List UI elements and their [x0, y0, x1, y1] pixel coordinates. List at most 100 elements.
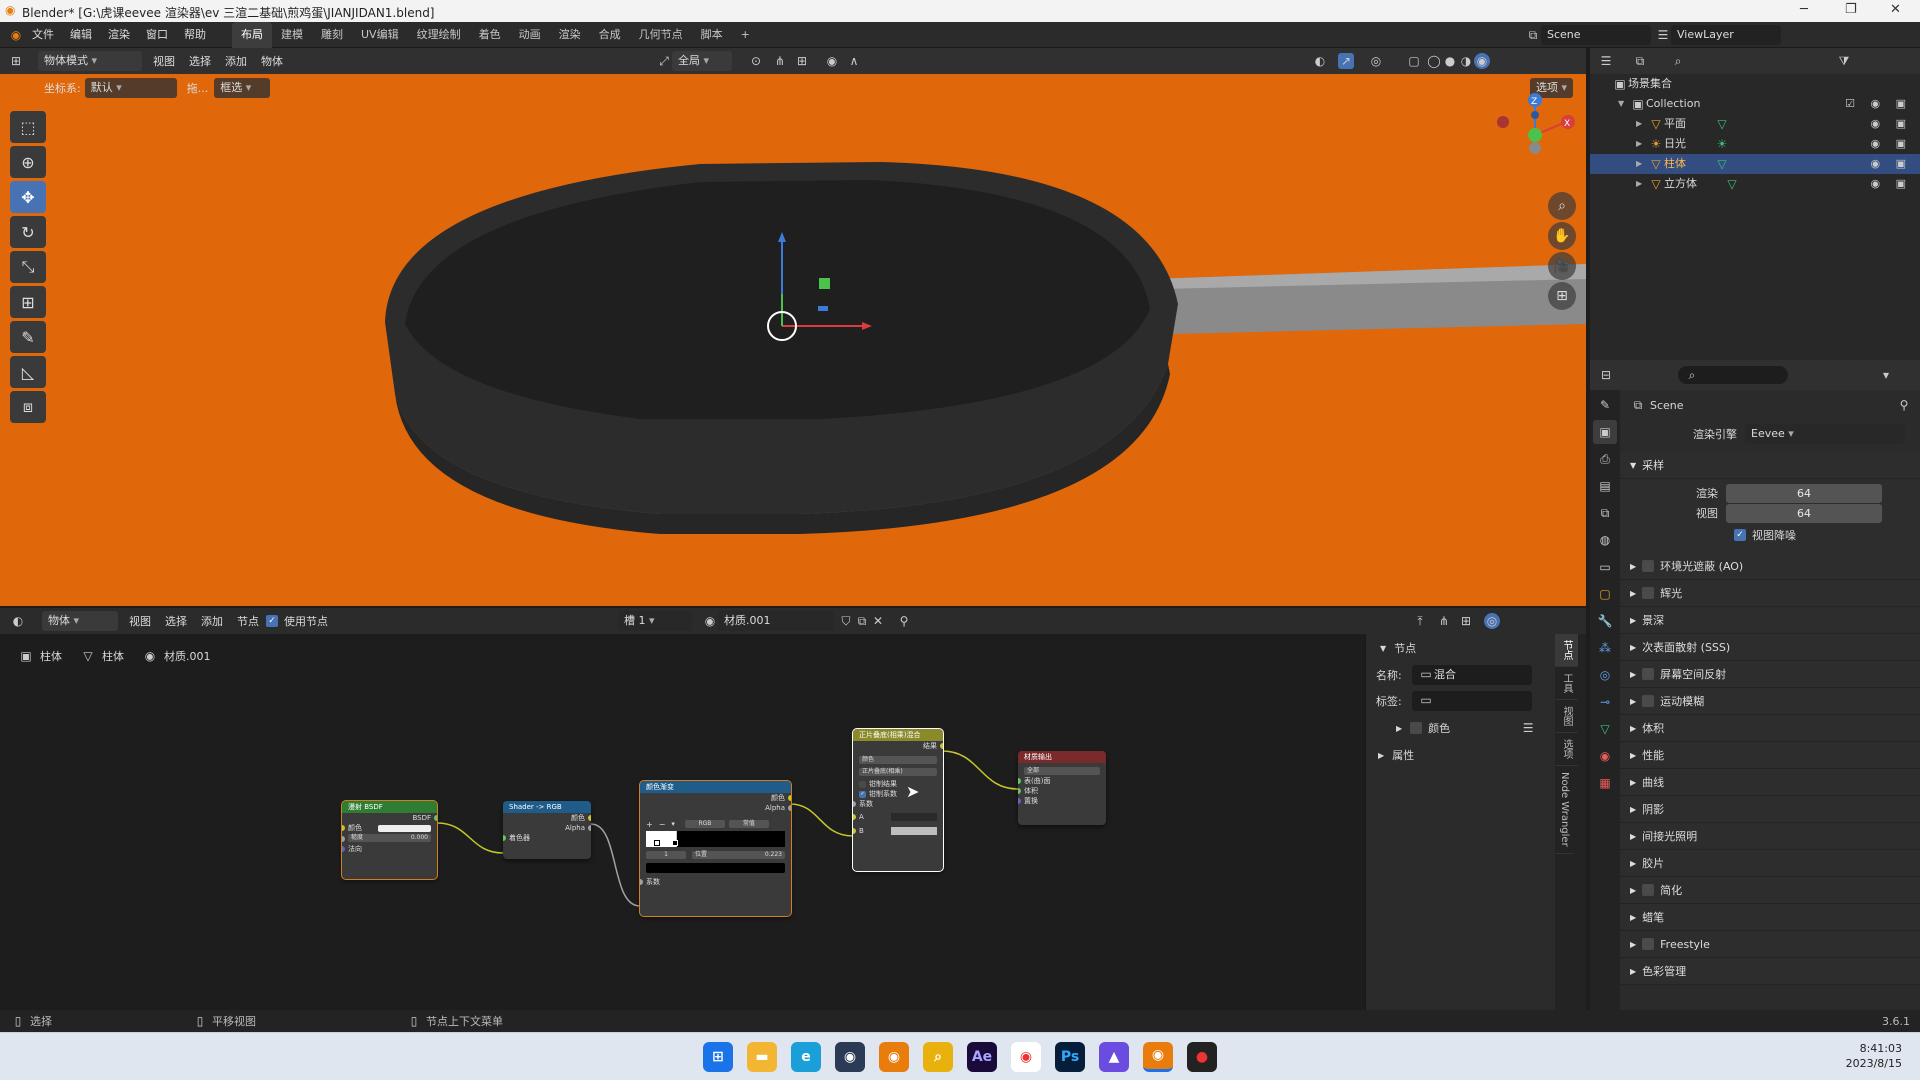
node-menu-node[interactable]: 节点 — [230, 613, 266, 629]
tab-texture-paint[interactable]: 纹理绘制 — [408, 22, 470, 48]
mode-selector[interactable]: 物体模式 — [38, 51, 142, 71]
after-effects-icon[interactable]: Ae — [967, 1041, 997, 1072]
material-tab-icon[interactable]: ◉ — [1593, 744, 1617, 768]
collection-visibility[interactable]: ☑ ◉ ▣ — [1845, 94, 1912, 114]
node-label-field[interactable]: ▭ — [1412, 691, 1532, 711]
unlink-material-icon[interactable]: ✕ — [870, 613, 886, 629]
zoom-icon[interactable]: ⌕ — [1548, 192, 1576, 220]
output-tab-icon[interactable]: ⎙ — [1593, 447, 1617, 471]
tab-geometry-nodes[interactable]: 几何节点 — [630, 22, 692, 48]
menu-window[interactable]: 窗口 — [138, 22, 176, 48]
viewport-samples-field[interactable]: 64 — [1726, 503, 1882, 523]
material-browse-icon[interactable]: ◉ — [702, 613, 718, 629]
menu-add[interactable]: 添加 — [218, 53, 254, 69]
parent-node-tree-icon[interactable]: ⤒ — [1412, 613, 1428, 629]
output-target[interactable]: 全部 — [1024, 767, 1100, 775]
mountain-app-icon[interactable]: ▲ — [1099, 1041, 1129, 1072]
display-mode-icon[interactable]: ⧉ — [1632, 53, 1648, 69]
node-snap-mode-icon[interactable]: ⊞ — [1458, 613, 1474, 629]
tab-scripting[interactable]: 脚本 — [692, 22, 732, 48]
object-tab-icon[interactable]: ▢ — [1593, 582, 1617, 606]
render-samples-field[interactable]: 64 — [1726, 483, 1882, 503]
annotate-tool[interactable]: ✎ — [10, 321, 46, 353]
ramp-color-mode[interactable]: RGB — [684, 820, 725, 828]
scale-tool[interactable]: ⤡ — [10, 251, 46, 283]
proportional-edit-icon[interactable]: ◉ — [824, 53, 840, 69]
fac-input-socket[interactable] — [853, 801, 856, 807]
normal-input-socket[interactable] — [342, 846, 345, 852]
outliner-item-sun[interactable]: ▶ ☀ 日光 ☀ ◉ ▣ — [1590, 134, 1920, 154]
transform-tool[interactable]: ⊞ — [10, 286, 46, 318]
overlay-icon[interactable]: ◎ — [1368, 53, 1384, 69]
tool-tab-icon[interactable]: ✎ — [1593, 393, 1617, 417]
render-panel-header[interactable]: ▶ 胶片 — [1620, 850, 1920, 877]
measure-tool[interactable]: ◺ — [10, 356, 46, 388]
close-button[interactable]: ✕ — [1890, 2, 1901, 17]
modifier-tab-icon[interactable]: 🔧 — [1593, 609, 1617, 633]
material-shading-icon[interactable]: ◑ — [1458, 53, 1474, 69]
expand-icon[interactable]: ▶ — [1636, 174, 1648, 194]
panel-enable-checkbox[interactable] — [1642, 884, 1655, 896]
filter-icon[interactable]: ⧩ — [1836, 53, 1852, 69]
sampling-panel-header[interactable]: ▼ 采样 — [1620, 452, 1920, 479]
render-panel-header[interactable]: ▶ Freestyle — [1620, 931, 1920, 958]
b-input-socket[interactable] — [853, 828, 856, 834]
ramp-position-field[interactable]: 位置 0.223 — [692, 851, 785, 859]
tab-shading[interactable]: 着色 — [470, 22, 510, 48]
node-menu-add[interactable]: 添加 — [194, 613, 230, 629]
select-box-tool[interactable]: ⬚ — [10, 111, 46, 143]
perspective-toggle-icon[interactable]: ⊞ — [1548, 282, 1576, 310]
snap-target-icon[interactable]: ⊞ — [794, 53, 810, 69]
mix-data-type[interactable]: 颜色 — [859, 756, 937, 764]
texture-tab-icon[interactable]: ▦ — [1593, 771, 1617, 795]
properties-search[interactable]: ⌕ — [1678, 366, 1788, 384]
ramp-interpolation[interactable]: 常值 — [728, 820, 769, 828]
drag-selector[interactable]: 框选 — [214, 78, 271, 98]
rotate-tool[interactable]: ↻ — [10, 216, 46, 248]
b-color-swatch[interactable] — [891, 827, 937, 835]
physics-tab-icon[interactable]: ◎ — [1593, 663, 1617, 687]
a-color-swatch[interactable] — [891, 813, 937, 821]
world-tab-icon[interactable]: ◍ — [1593, 528, 1617, 552]
render-panel-header[interactable]: ▶ 蜡笔 — [1620, 904, 1920, 931]
volume-input-socket[interactable] — [1018, 788, 1021, 794]
item-visibility[interactable]: ◉ ▣ — [1871, 174, 1913, 194]
camera-view-icon[interactable]: 🎥 — [1548, 252, 1576, 280]
blender-taskbar-icon[interactable]: ◉ — [1143, 1041, 1173, 1072]
menu-select[interactable]: 选择 — [182, 53, 218, 69]
scene-collection-row[interactable]: ▣ 场景集合 — [1590, 74, 1920, 94]
render-panel-header[interactable]: ▶ 次表面散射 (SSS) — [1620, 634, 1920, 661]
color-ramp-gradient[interactable] — [646, 831, 785, 847]
shader-to-rgb-node[interactable]: Shader -> RGB 颜色 Alpha 着色器 — [503, 801, 591, 859]
gizmo-icon[interactable]: ↗ — [1338, 53, 1354, 69]
start-menu-icon[interactable]: ⊞ — [703, 1041, 733, 1072]
menu-view[interactable]: 视图 — [146, 53, 182, 69]
render-panel-header[interactable]: ▶ 体积 — [1620, 715, 1920, 742]
data-tab-icon[interactable]: ▽ — [1593, 717, 1617, 741]
render-panel-header[interactable]: ▶ 性能 — [1620, 742, 1920, 769]
ramp-stop-color[interactable] — [646, 863, 785, 873]
item-visibility[interactable]: ◉ ▣ — [1871, 154, 1913, 174]
move-tool[interactable]: ✥ — [10, 181, 46, 213]
outliner-item-cylinder[interactable]: ▶ ▽ 柱体 ▽ ◉ ▣ — [1590, 154, 1920, 174]
render-panel-header[interactable]: ▶ 阴影 — [1620, 796, 1920, 823]
render-panel-header[interactable]: ▶ 景深 — [1620, 607, 1920, 634]
color-ramp-node[interactable]: 颜色渐变 颜色 Alpha + − ▾ RGB 常值 1 位置 0.223 系数 — [639, 780, 792, 917]
menu-file[interactable]: 文件 — [24, 22, 62, 48]
item-visibility[interactable]: ◉ ▣ — [1871, 114, 1913, 134]
properties-options-icon[interactable]: ▾ — [1878, 367, 1894, 383]
render-panel-header[interactable]: ▶ 简化 — [1620, 877, 1920, 904]
xray-icon[interactable]: ▢ — [1406, 53, 1422, 69]
node-color-checkbox[interactable] — [1410, 722, 1423, 734]
visibility-icon[interactable]: ◐ — [1312, 53, 1328, 69]
coord-selector[interactable]: 默认 — [84, 78, 177, 98]
view-layer-tab-icon[interactable]: ▤ — [1593, 474, 1617, 498]
mix-blend-mode[interactable]: 正片叠底(相乘) — [859, 768, 937, 776]
color-presets-icon[interactable]: ☰ — [1520, 720, 1536, 736]
a-input-socket[interactable] — [853, 814, 856, 820]
color-output-socket[interactable] — [788, 795, 791, 801]
sidebar-tab-options[interactable]: 选项 — [1555, 733, 1578, 766]
3d-viewport[interactable]: 坐标系: 默认 拖... 框选 选项 ⬚ ⊕ ✥ ↻ ⤡ ⊞ ✎ ◺ ⧈ Z X… — [0, 74, 1586, 606]
panel-enable-checkbox[interactable] — [1642, 695, 1655, 707]
menu-object[interactable]: 物体 — [254, 53, 290, 69]
